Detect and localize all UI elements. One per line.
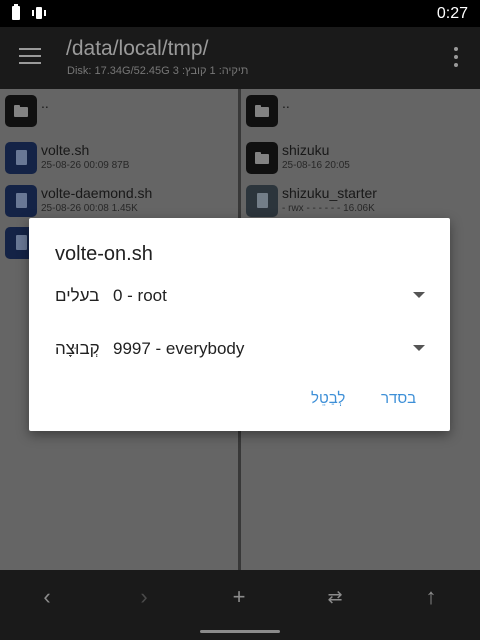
file-meta: 25-08-26 00:09 87B bbox=[41, 160, 130, 171]
ok-button[interactable]: בסדר bbox=[381, 390, 416, 407]
file-icon bbox=[246, 185, 278, 217]
group-value: 9997 - everybody bbox=[113, 339, 245, 358]
menu-icon[interactable] bbox=[19, 48, 41, 64]
cancel-button[interactable]: לְבַטֵל bbox=[311, 390, 345, 407]
chevron-left-icon[interactable]: ‹ bbox=[34, 584, 60, 610]
folder-icon bbox=[5, 95, 37, 127]
arrow-up-icon[interactable]: ↑ bbox=[418, 584, 444, 610]
list-item-parent[interactable]: .. bbox=[241, 89, 480, 133]
file-name: .. bbox=[41, 95, 49, 111]
status-icons bbox=[12, 4, 46, 20]
folder-icon bbox=[246, 142, 278, 174]
status-time: 0:27 bbox=[436, 5, 468, 22]
bottom-toolbar: ‹ › + ⇄ ↑ bbox=[0, 570, 480, 640]
battery-icon bbox=[12, 4, 20, 20]
swap-icon[interactable]: ⇄ bbox=[322, 584, 348, 610]
chevron-down-icon bbox=[413, 345, 425, 351]
home-indicator[interactable] bbox=[200, 630, 280, 633]
current-path: /data/local/tmp/ bbox=[66, 37, 209, 60]
file-meta: 25-08-26 00:08 1.45K bbox=[41, 203, 138, 214]
file-meta: 25-08-16 20:05 bbox=[282, 160, 350, 171]
chevron-down-icon bbox=[413, 292, 425, 298]
file-name: shizuku_starter bbox=[282, 185, 377, 201]
plus-icon[interactable]: + bbox=[226, 584, 252, 610]
file-name: shizuku bbox=[282, 142, 330, 158]
list-item[interactable]: volte-daemond.sh 25-08-26 00:08 1.45K bbox=[0, 179, 238, 223]
script-file-icon bbox=[5, 185, 37, 217]
owner-dropdown[interactable]: בעלים 0 - root bbox=[55, 282, 425, 312]
disk-info: Disk: 17.34G/52.45G 3 :תיקיה: 1 קובץ bbox=[67, 65, 249, 77]
change-owner-dialog: volte-on.sh בעלים 0 - root קְבוּצָה 9997… bbox=[29, 218, 450, 431]
file-name: volte-daemond.sh bbox=[41, 185, 153, 201]
folder-icon bbox=[246, 95, 278, 127]
more-options-icon[interactable] bbox=[454, 47, 458, 67]
list-item[interactable]: volte.sh 25-08-26 00:09 87B bbox=[0, 136, 238, 180]
dialog-title: volte-on.sh bbox=[55, 243, 153, 265]
chevron-right-icon: › bbox=[140, 584, 148, 609]
list-item[interactable]: shizuku 25-08-16 20:05 bbox=[241, 136, 480, 180]
owner-value: 0 - root bbox=[113, 286, 167, 305]
status-bar: 0:27 bbox=[0, 0, 480, 27]
script-file-icon bbox=[5, 142, 37, 174]
list-item-parent[interactable]: .. bbox=[0, 89, 238, 133]
group-label: קְבוּצָה bbox=[55, 339, 100, 358]
file-name: .. bbox=[282, 95, 290, 111]
group-dropdown[interactable]: קְבוּצָה 9997 - everybody bbox=[55, 335, 425, 365]
app-bar: /data/local/tmp/ Disk: 17.34G/52.45G 3 :… bbox=[0, 27, 480, 89]
file-name: volte.sh bbox=[41, 142, 90, 158]
file-meta: - rwx - - - - - - 16.06K bbox=[282, 203, 375, 214]
vibrate-icon bbox=[32, 7, 46, 19]
list-item[interactable]: shizuku_starter - rwx - - - - - - 16.06K bbox=[241, 179, 480, 223]
owner-label: בעלים bbox=[55, 286, 100, 305]
